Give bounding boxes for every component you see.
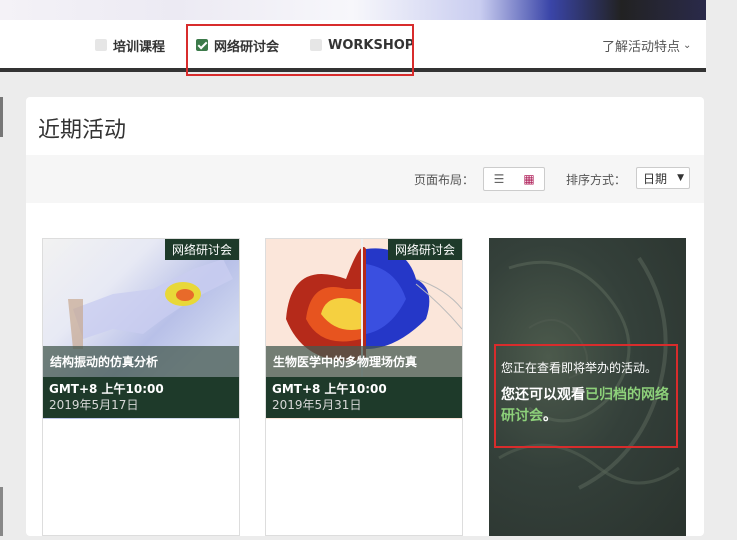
event-title[interactable]: 生物医学中的多物理场仿真 [266,346,462,377]
panel-title: 近期活动 [38,118,127,143]
promo-line-1: 您正在查看即将举办的活动。 [501,361,658,375]
event-type-tag: 网络研讨会 [387,239,462,260]
event-datetime: GMT+8 上午10:00 2019年5月17日 [43,377,239,418]
features-link-label: 了解活动特点 [602,40,681,55]
event-card[interactable]: 网络研讨会 生物医学中的多物理场仿真 GMT+8 上午10:00 2019年5月… [265,238,463,536]
layout-label: 页面布局： [414,173,475,187]
event-datetime: GMT+8 上午10:00 2019年5月31日 [266,377,462,418]
dropdown-arrow-icon: ▼ [677,173,684,183]
promo-line-2-suffix: 。 [543,408,557,424]
event-type-tag: 网络研讨会 [164,239,239,260]
hero-banner [0,0,706,20]
sort-value: 日期 [643,171,668,186]
left-edge-tab [0,487,3,536]
event-card[interactable]: 网络研讨会 结构振动的仿真分析 GMT+8 上午10:00 2019年5月17日 [42,238,240,536]
filter-training-label: 培训课程 [113,39,166,55]
event-time: GMT+8 上午10:00 [49,382,164,396]
grid-view-icon[interactable]: ▦ [514,168,544,190]
promo-line-2-prefix: 您还可以观看 [501,387,585,403]
event-time: GMT+8 上午10:00 [272,382,387,396]
left-edge-tab [0,97,3,137]
event-date: 2019年5月17日 [49,398,139,412]
filter-training[interactable]: 培训课程 [95,36,166,55]
events-toolbar: 页面布局： ☰ ▦ 排序方式： 日期 ▼ [26,155,704,203]
promo-line-2: 您还可以观看已归档的网络研讨会。 [501,385,673,427]
highlight-box-filters [186,24,414,76]
checkbox-training[interactable] [95,39,107,51]
features-link[interactable]: 了解活动特点 ⌄ [602,36,691,55]
layout-toggle: ☰ ▦ [483,167,545,191]
event-date: 2019年5月31日 [272,398,362,412]
event-title[interactable]: 结构振动的仿真分析 [43,346,239,377]
sort-label: 排序方式： [566,173,627,187]
list-view-icon[interactable]: ☰ [484,168,514,190]
sort-select[interactable]: 日期 ▼ [636,167,690,189]
chevron-down-icon: ⌄ [683,40,692,51]
